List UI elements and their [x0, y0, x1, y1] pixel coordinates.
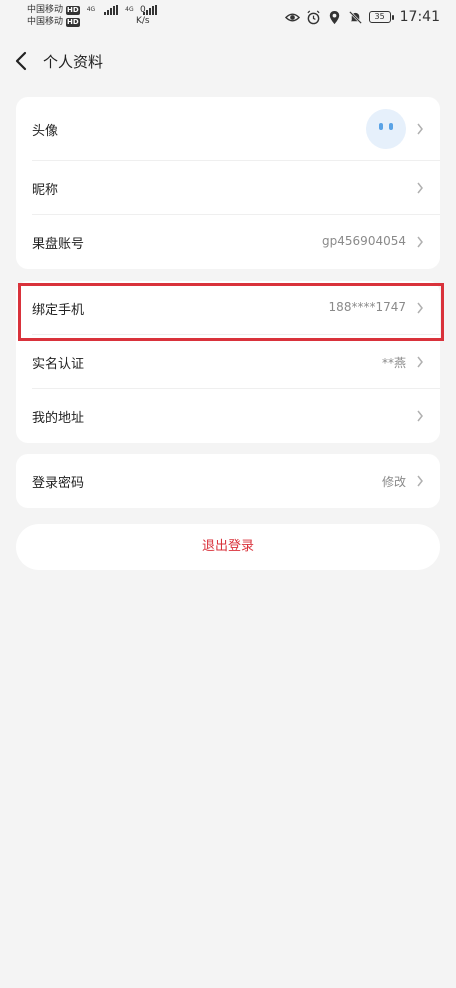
avatar — [366, 109, 406, 149]
status-icons: 35 17:41 — [284, 9, 440, 25]
eye-icon — [284, 13, 300, 21]
signal-icon-1 — [104, 5, 119, 15]
logout-button[interactable]: 退出登录 — [16, 524, 440, 570]
location-icon — [329, 10, 339, 24]
speed-value: 0 — [139, 5, 146, 15]
row-password[interactable]: 登录密码 修改 — [16, 454, 440, 508]
chevron-right-icon — [417, 123, 423, 135]
row-avatar[interactable]: 头像 — [16, 97, 440, 161]
alarm-icon — [307, 10, 320, 24]
page-title: 个人资料 — [43, 53, 104, 71]
carrier-2: 中国移动 — [27, 17, 64, 27]
hd-badge-1: HD — [66, 5, 80, 15]
row-account-value: gp456904054 — [322, 234, 406, 248]
header: 个人资料 — [0, 42, 456, 80]
clock: 17:41 — [399, 9, 440, 25]
chevron-left-icon[interactable] — [12, 50, 32, 72]
row-realname-label: 实名认证 — [32, 357, 85, 372]
network-speed: 0 K/s — [136, 5, 150, 27]
battery-level: 35 — [368, 11, 391, 23]
chevron-right-icon — [417, 182, 423, 194]
chevron-right-icon — [417, 410, 423, 422]
row-realname[interactable]: 实名认证 **燕 — [16, 335, 440, 389]
network-type-2: 4G — [125, 6, 134, 13]
chevron-right-icon — [417, 236, 423, 248]
status-bar: 中国移动 HD 4G 4G 中国移动 HD 0 K/s 35 17:41 — [0, 0, 456, 34]
battery-icon: 35 — [368, 11, 394, 23]
carrier-1: 中国移动 — [27, 5, 64, 15]
chevron-right-icon — [417, 356, 423, 368]
row-avatar-label: 头像 — [32, 124, 59, 139]
highlight-box — [18, 283, 444, 341]
row-realname-value: **燕 — [381, 356, 406, 370]
row-password-label: 登录密码 — [32, 476, 85, 491]
profile-card-basic: 头像 昵称 果盘账号 gp456904054 — [16, 97, 440, 269]
chevron-right-icon — [417, 475, 423, 487]
profile-card-password: 登录密码 修改 — [16, 454, 440, 508]
row-address-label: 我的地址 — [32, 411, 85, 426]
row-account-label: 果盘账号 — [32, 237, 85, 252]
speed-unit: K/s — [136, 16, 150, 26]
row-account[interactable]: 果盘账号 gp456904054 — [16, 215, 440, 269]
row-nickname-label: 昵称 — [32, 183, 59, 198]
row-password-value: 修改 — [381, 475, 406, 489]
hd-badge-2: HD — [66, 17, 80, 27]
network-type-1: 4G — [86, 6, 96, 13]
row-address[interactable]: 我的地址 — [16, 389, 440, 443]
mute-bell-icon — [348, 10, 362, 24]
row-nickname[interactable]: 昵称 — [16, 161, 440, 215]
